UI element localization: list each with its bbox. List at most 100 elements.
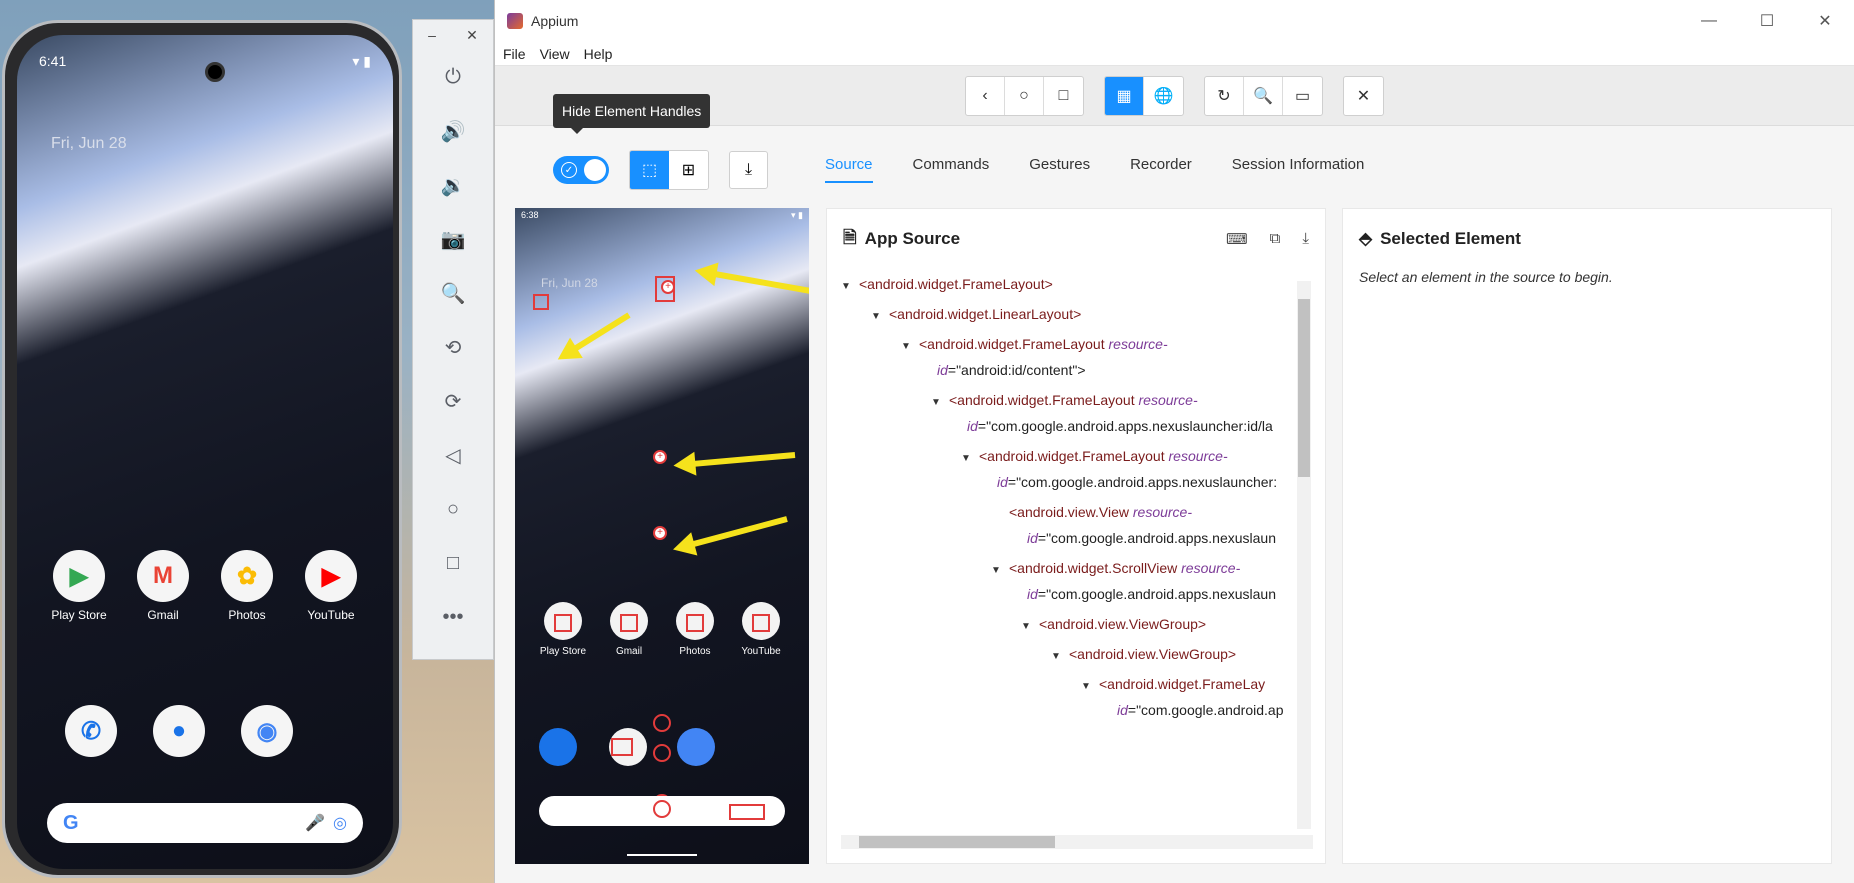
device-nav-group: ‹ ○ □ [965, 75, 1084, 116]
native-context-button[interactable]: ▦ [1105, 76, 1144, 115]
element-handle[interactable] [620, 614, 638, 632]
element-handle-plus[interactable]: + [661, 280, 675, 294]
source-tree-node[interactable]: ▼ <android.view.ViewGroup> [1051, 639, 1236, 672]
mic-icon[interactable]: 🎤 [305, 813, 325, 833]
node-value: ="com.google.android.ap [1127, 702, 1284, 718]
element-handle[interactable] [686, 614, 704, 632]
expand-arrow-icon[interactable]: ▼ [1021, 612, 1039, 642]
window-maximize-button[interactable]: ☐ [1738, 11, 1796, 31]
expand-arrow-icon[interactable]: ▼ [991, 556, 1009, 586]
search-element-button[interactable]: 🔍 [1244, 76, 1283, 115]
volume-down-icon[interactable]: 🔉 [413, 158, 493, 212]
phone-app[interactable]: ▶ YouTube [289, 550, 373, 622]
element-handles-toggle[interactable]: ✓ [553, 156, 609, 184]
close-icon[interactable]: ✕ [466, 27, 478, 44]
power-icon[interactable]: ⏻ [413, 50, 493, 104]
phone-date: Fri, Jun 28 [51, 135, 127, 152]
menu-view[interactable]: View [540, 46, 570, 62]
element-handle[interactable] [752, 614, 770, 632]
home-button[interactable]: ○ [1005, 76, 1044, 115]
tab-source[interactable]: Source [825, 156, 873, 183]
more-icon[interactable]: ••• [413, 590, 493, 644]
dock-app[interactable]: ◉ [223, 705, 311, 763]
element-handle[interactable] [653, 714, 671, 732]
record-button[interactable]: ▭ [1283, 77, 1322, 115]
node-attr: resource- [1181, 560, 1241, 576]
element-handle[interactable] [729, 804, 765, 820]
node-attr: resource- [1138, 392, 1198, 408]
screenshot-status-bar: 6:38 ▾ ▮ [521, 210, 803, 221]
web-context-button[interactable]: 🌐 [1144, 77, 1183, 115]
screenshot-wifi-icon: ▾ ▮ [791, 210, 803, 220]
dock-app[interactable]: ✆ [47, 705, 135, 763]
window-minimize-button[interactable]: — [1680, 12, 1738, 30]
screenshot-app: Photos [667, 602, 723, 657]
front-camera [205, 62, 225, 82]
node-tag: <android.widget.FrameLayout> [859, 276, 1053, 292]
element-handle[interactable] [533, 294, 549, 310]
home-icon[interactable]: ○ [413, 482, 493, 536]
tab-gestures[interactable]: Gestures [1029, 156, 1090, 183]
node-attr: id [997, 474, 1008, 490]
select-elements-mode-button[interactable]: ⬚ [630, 151, 669, 189]
device-screenshot[interactable]: 6:38 ▾ ▮ Fri, Jun 28 + + + Play Store Gma… [515, 208, 809, 864]
element-handle[interactable] [653, 800, 671, 818]
phone-app[interactable]: ✿ Photos [205, 550, 289, 622]
screenshot-app: Play Store [535, 602, 591, 657]
source-tree-node[interactable]: ▼ <android.widget.LinearLayout> [871, 299, 1081, 332]
source-tree-node[interactable]: ▼ <android.view.ViewGroup> [1021, 609, 1206, 642]
rotate-left-icon[interactable]: ⟲ [413, 320, 493, 374]
phone-screen[interactable]: 6:41 ▾ ▮ Fri, Jun 28 ▶ Play Store M Gmail ✿ P… [17, 35, 393, 869]
overview-icon[interactable]: □ [413, 536, 493, 590]
tap-coordinates-mode-button[interactable]: ⊞ [669, 151, 708, 189]
menu-file[interactable]: File [503, 46, 526, 62]
element-handle[interactable] [653, 744, 671, 762]
source-tree-node[interactable]: ▼ <android.widget.FrameLayout> [841, 269, 1053, 302]
refresh-button[interactable]: ↻ [1205, 76, 1244, 115]
expand-arrow-icon[interactable]: ▼ [901, 332, 919, 362]
horizontal-scrollbar[interactable] [841, 835, 1313, 849]
screenshot-app-icon [676, 602, 714, 640]
chrome-app-icon: ◉ [241, 705, 293, 757]
download-xml-icon[interactable]: ⤓ [1302, 230, 1309, 248]
terminal-icon[interactable]: ⌨ [1226, 230, 1248, 248]
expand-arrow-icon[interactable]: ▼ [871, 302, 889, 332]
annotation-arrow [691, 452, 796, 468]
screenshot-date: Fri, Jun 28 [541, 276, 598, 290]
copy-xml-icon[interactable]: ⧉ [1270, 230, 1281, 248]
gesture-bar[interactable] [158, 838, 252, 841]
appium-logo-icon [507, 13, 523, 29]
expand-arrow-icon[interactable]: ▼ [961, 444, 979, 474]
phone-app[interactable]: M Gmail [121, 550, 205, 622]
element-handle[interactable] [554, 614, 572, 632]
tab-session-information[interactable]: Session Information [1232, 156, 1365, 183]
window-close-button[interactable]: ✕ [1796, 11, 1854, 31]
element-handle-plus[interactable]: + [653, 526, 667, 540]
google-search-bar[interactable]: G 🎤 ◎ [47, 803, 363, 843]
element-handle[interactable] [611, 738, 633, 756]
camera-icon[interactable]: 📷 [413, 212, 493, 266]
zoom-icon[interactable]: 🔍 [413, 266, 493, 320]
quit-session-button[interactable]: ✕ [1344, 77, 1383, 115]
download-screenshot-button[interactable]: ⤓ [729, 151, 768, 189]
expand-arrow-icon[interactable]: ▼ [1051, 642, 1069, 672]
tab-recorder[interactable]: Recorder [1130, 156, 1192, 183]
element-handle-plus[interactable]: + [653, 450, 667, 464]
tab-commands[interactable]: Commands [913, 156, 990, 183]
app-switch-button[interactable]: □ [1044, 77, 1083, 115]
tooltip: Hide Element Handles [553, 94, 711, 134]
expand-arrow-icon[interactable]: ▼ [1081, 672, 1099, 702]
menu-help[interactable]: Help [584, 46, 613, 62]
expand-arrow-icon[interactable]: ▼ [931, 388, 949, 418]
dock-app[interactable]: ● [135, 705, 223, 763]
expand-arrow-icon[interactable]: ▼ [841, 272, 859, 302]
vertical-scrollbar[interactable] [1297, 281, 1311, 829]
minimize-icon[interactable]: – [428, 27, 436, 43]
phone-app[interactable]: ▶ Play Store [37, 550, 121, 622]
lens-icon[interactable]: ◎ [333, 813, 347, 833]
back-button[interactable]: ‹ [966, 76, 1005, 115]
back-icon[interactable]: ◁ [413, 428, 493, 482]
rotate-right-icon[interactable]: ⟳ [413, 374, 493, 428]
wifi-battery-icon: ▾ ▮ [352, 53, 371, 69]
volume-up-icon[interactable]: 🔊 [413, 104, 493, 158]
